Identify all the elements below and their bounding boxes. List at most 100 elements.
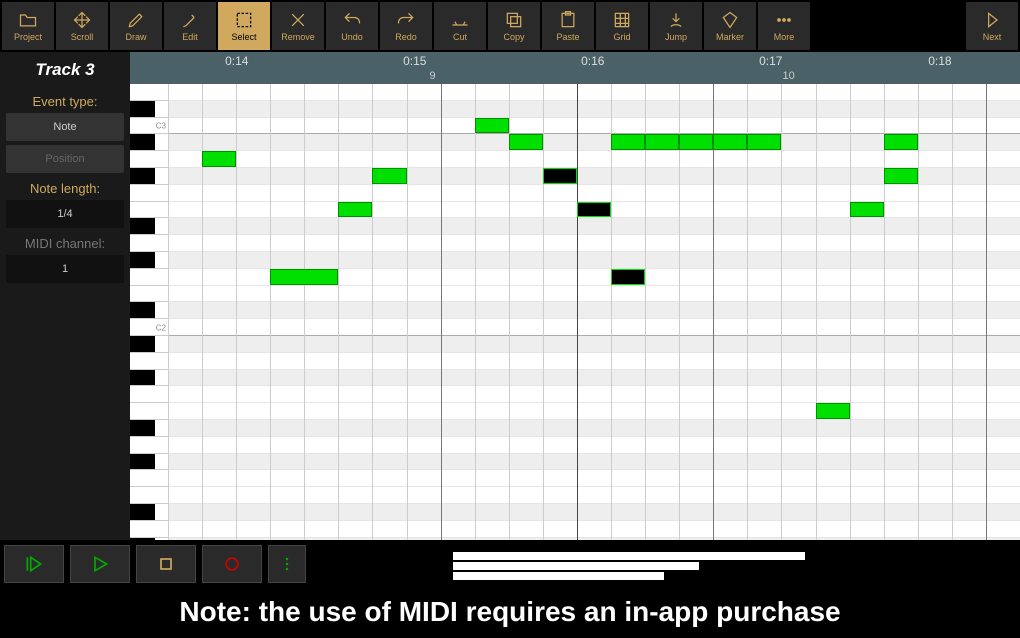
toolbar-remove-button[interactable]: Remove [272, 2, 324, 50]
midi-note[interactable] [816, 403, 850, 419]
more-icon [773, 10, 795, 30]
copy-icon [503, 10, 525, 30]
transport-bar [0, 540, 1020, 588]
stop-button[interactable] [136, 545, 196, 583]
piano-key[interactable] [130, 420, 168, 437]
piano-key[interactable] [130, 151, 168, 168]
timeline-ruler[interactable]: 0:140:150:160:170:18 910 [130, 52, 1020, 84]
midi-note[interactable] [679, 134, 713, 150]
midi-note[interactable] [645, 134, 679, 150]
toolbar-grid-button[interactable]: Grid [596, 2, 648, 50]
piano-key[interactable] [130, 252, 168, 269]
toolbar-next-button[interactable]: Next [966, 2, 1018, 50]
toolbar-paste-button[interactable]: Paste [542, 2, 594, 50]
transport-overview[interactable] [312, 544, 1016, 584]
piano-key[interactable] [130, 101, 168, 118]
toolbar-project-button[interactable]: Project [2, 2, 54, 50]
midi-note[interactable] [611, 269, 645, 285]
toolbar-marker-button[interactable]: Marker [704, 2, 756, 50]
move-icon [71, 10, 93, 30]
pencil-icon [125, 10, 147, 30]
ruler-time: 0:15 [403, 54, 426, 68]
midi-channel-value[interactable]: 1 [6, 255, 124, 283]
midi-note[interactable] [338, 202, 372, 218]
midi-note[interactable] [713, 134, 747, 150]
piano-key[interactable] [130, 185, 168, 202]
midi-note[interactable] [884, 168, 918, 184]
grid-icon [611, 10, 633, 30]
piano-key[interactable] [130, 269, 168, 286]
piano-key[interactable] [130, 336, 168, 353]
toolbar-draw-button[interactable]: Draw [110, 2, 162, 50]
key-label: C3 [156, 122, 166, 131]
piano-key[interactable] [130, 286, 168, 303]
piano-key[interactable] [130, 386, 168, 403]
piano-roll[interactable]: C3C2 [130, 84, 1020, 540]
midi-note[interactable] [577, 202, 611, 218]
select-icon [233, 10, 255, 30]
piano-key[interactable] [130, 202, 168, 219]
piano-key[interactable] [130, 218, 168, 235]
midi-note[interactable] [611, 134, 645, 150]
midi-note[interactable] [202, 151, 236, 167]
piano-key[interactable] [130, 487, 168, 504]
piano-key[interactable] [130, 84, 168, 101]
toolbar-copy-button[interactable]: Copy [488, 2, 540, 50]
piano-key[interactable] [130, 302, 168, 319]
note-length-value[interactable]: 1/4 [6, 200, 124, 228]
piano-key[interactable] [130, 470, 168, 487]
piano-key[interactable] [130, 538, 168, 540]
sidebar: Track 3 Event type: Note Position Note l… [0, 52, 130, 540]
remove-icon [287, 10, 309, 30]
event-type-label: Event type: [6, 94, 124, 109]
midi-note[interactable] [270, 269, 338, 285]
midi-note[interactable] [543, 168, 577, 184]
track-title: Track 3 [6, 56, 124, 86]
menu-button[interactable] [268, 545, 306, 583]
toolbar-jump-button[interactable]: Jump [650, 2, 702, 50]
piano-key[interactable] [130, 134, 168, 151]
record-button[interactable] [202, 545, 262, 583]
piano-key[interactable] [130, 521, 168, 538]
main-area: Track 3 Event type: Note Position Note l… [0, 52, 1020, 540]
midi-note[interactable] [747, 134, 781, 150]
marker-icon [719, 10, 741, 30]
midi-note[interactable] [850, 202, 884, 218]
play-start-button[interactable] [4, 545, 64, 583]
piano-key[interactable] [130, 168, 168, 185]
midi-note[interactable] [884, 134, 918, 150]
midi-channel-label: MIDI channel: [6, 236, 124, 251]
piano-key[interactable] [130, 454, 168, 471]
toolbar-edit-button[interactable]: Edit [164, 2, 216, 50]
toolbar-undo-button[interactable]: Undo [326, 2, 378, 50]
note-button[interactable]: Note [6, 113, 124, 141]
ruler-bar: 9 [430, 70, 436, 82]
piano-key[interactable] [130, 235, 168, 252]
redo-icon [395, 10, 417, 30]
midi-note[interactable] [475, 118, 509, 134]
toolbar-scroll-button[interactable]: Scroll [56, 2, 108, 50]
note-length-label: Note length: [6, 181, 124, 196]
ruler-time: 0:14 [225, 54, 248, 68]
cut-icon [449, 10, 471, 30]
play-button[interactable] [70, 545, 130, 583]
piano-key[interactable] [130, 353, 168, 370]
midi-note[interactable] [372, 168, 406, 184]
toolbar-select-button[interactable]: Select [218, 2, 270, 50]
next-icon [981, 10, 1003, 30]
piano-keys[interactable]: C3C2 [130, 84, 168, 540]
midi-note[interactable] [509, 134, 543, 150]
piano-key[interactable] [130, 403, 168, 420]
jump-icon [665, 10, 687, 30]
piano-key[interactable] [130, 437, 168, 454]
toolbar-cut-button[interactable]: Cut [434, 2, 486, 50]
note-grid[interactable] [168, 84, 1020, 540]
piano-key[interactable] [130, 504, 168, 521]
position-button[interactable]: Position [6, 145, 124, 173]
toolbar-redo-button[interactable]: Redo [380, 2, 432, 50]
ruler-bar: 10 [782, 70, 794, 82]
piano-key[interactable] [130, 370, 168, 387]
work-area: 0:140:150:160:170:18 910 C3C2 [130, 52, 1020, 540]
toolbar-more-button[interactable]: More [758, 2, 810, 50]
footer-note: Note: the use of MIDI requires an in-app… [0, 588, 1020, 638]
